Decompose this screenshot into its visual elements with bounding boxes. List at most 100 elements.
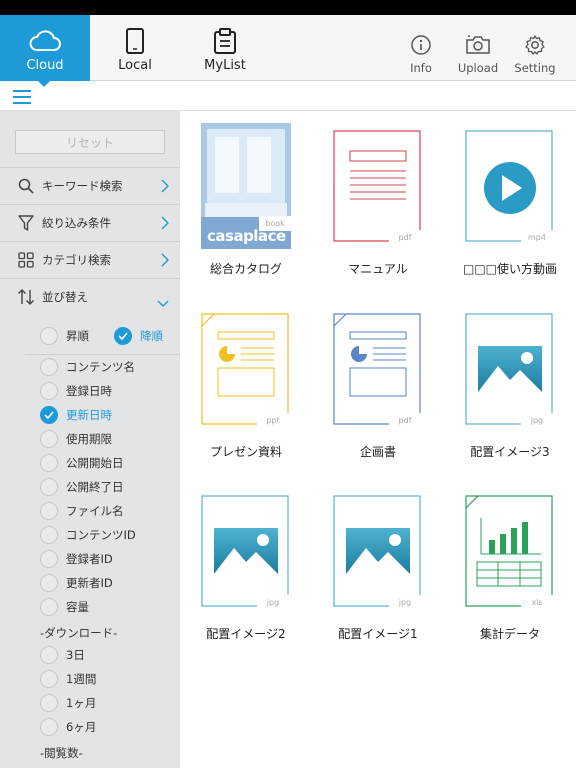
tab-mylist[interactable]: MyList bbox=[180, 15, 270, 81]
sort-option[interactable]: 1週間 bbox=[40, 670, 96, 688]
pdf-document-icon: pdf bbox=[333, 123, 423, 249]
info-button[interactable]: Info bbox=[398, 15, 444, 81]
sort-option[interactable]: 登録日時 bbox=[40, 382, 112, 400]
video-file-icon: mp4 bbox=[465, 123, 555, 249]
content-grid: casaplace book 総合カタログ pdf マニュアル mp4 □□□使… bbox=[180, 111, 576, 768]
option-label: 登録日時 bbox=[66, 384, 112, 398]
gear-icon bbox=[524, 34, 546, 56]
category-icon bbox=[17, 251, 35, 269]
sort-option[interactable]: 公開開始日 bbox=[40, 454, 124, 472]
file-extension: jpg bbox=[389, 595, 421, 610]
image-file-icon: jpg bbox=[201, 488, 291, 614]
radio-button bbox=[40, 327, 58, 345]
option-label: 更新者ID bbox=[66, 576, 113, 590]
radio-button bbox=[40, 574, 58, 592]
sort-option[interactable]: 公開終了日 bbox=[40, 478, 124, 496]
file-extension: book bbox=[259, 216, 291, 231]
setting-button[interactable]: Setting bbox=[512, 15, 558, 81]
sort-option[interactable]: コンテンツ名 bbox=[40, 358, 135, 376]
chevron-down-icon bbox=[157, 293, 169, 312]
menu-label: キーワード検索 bbox=[42, 179, 123, 193]
clipboard-icon bbox=[212, 27, 238, 55]
tool-label: Upload bbox=[457, 61, 499, 75]
menu-label: 絞り込み条件 bbox=[42, 216, 111, 230]
radio-button bbox=[40, 694, 58, 712]
views-section-header: -閲覧数- bbox=[40, 746, 83, 760]
content-item[interactable]: jpg 配置イメージ1 bbox=[318, 488, 438, 641]
sort-option[interactable]: 更新日時 bbox=[40, 406, 112, 424]
item-name: 企画書 bbox=[359, 445, 396, 459]
sort-option[interactable]: ファイル名 bbox=[40, 502, 124, 520]
menu-icon[interactable] bbox=[13, 90, 31, 104]
sort-option[interactable]: 1ヶ月 bbox=[40, 694, 96, 712]
content-item[interactable]: ppt プレゼン資料 bbox=[186, 306, 306, 459]
radio-button bbox=[40, 526, 58, 544]
content-item[interactable]: pdf 企画書 bbox=[318, 306, 438, 459]
sort-option[interactable]: 更新者ID bbox=[40, 574, 113, 592]
radio-button bbox=[40, 550, 58, 568]
tab-label: Cloud bbox=[26, 58, 64, 73]
option-label: 容量 bbox=[66, 600, 89, 614]
file-extension: ppt bbox=[257, 413, 289, 428]
checkmark-icon bbox=[40, 406, 58, 424]
menu-label: 並び替え bbox=[42, 290, 88, 304]
menu-category-search[interactable]: カテゴリ検索 bbox=[0, 241, 180, 278]
filter-icon bbox=[17, 214, 35, 232]
filter-sidebar: リセット キーワード検索 絞り込み条件 カテゴリ検索 並び替え 昇順 降順 コン… bbox=[0, 111, 180, 768]
option-label: コンテンツID bbox=[66, 528, 136, 542]
option-label: 昇順 bbox=[66, 329, 89, 343]
presentation-file-icon: ppt bbox=[201, 306, 291, 432]
item-name: 配置イメージ3 bbox=[470, 445, 550, 459]
tool-label: Info bbox=[410, 61, 432, 75]
menu-label: カテゴリ検索 bbox=[42, 253, 111, 267]
content-item[interactable]: pdf マニュアル bbox=[318, 123, 438, 276]
radio-button bbox=[40, 358, 58, 376]
cloud-icon bbox=[28, 27, 62, 55]
upload-button[interactable]: Upload bbox=[455, 15, 501, 81]
option-label: 1週間 bbox=[66, 672, 97, 686]
sort-option[interactable]: 6ヶ月 bbox=[40, 718, 96, 736]
reset-button[interactable]: リセット bbox=[15, 130, 165, 154]
radio-button bbox=[40, 430, 58, 448]
sort-option[interactable]: 使用期限 bbox=[40, 430, 112, 448]
spreadsheet-file-icon: xls bbox=[465, 488, 555, 614]
pdf-document-icon: pdf bbox=[333, 306, 423, 432]
content-item[interactable]: casaplace book 総合カタログ bbox=[186, 123, 306, 276]
tab-label: Local bbox=[118, 58, 152, 73]
tab-local[interactable]: Local bbox=[90, 15, 180, 81]
radio-button bbox=[40, 598, 58, 616]
sort-option[interactable]: 3日 bbox=[40, 646, 85, 664]
sub-toolbar bbox=[0, 81, 576, 111]
option-label: 公開開始日 bbox=[66, 456, 124, 470]
option-label: コンテンツ名 bbox=[66, 360, 135, 374]
radio-button bbox=[40, 718, 58, 736]
search-icon bbox=[17, 177, 35, 195]
content-item[interactable]: mp4 □□□使い方動画 bbox=[450, 123, 570, 276]
info-icon bbox=[410, 34, 432, 56]
menu-sort[interactable]: 並び替え bbox=[0, 278, 180, 315]
item-name: 配置イメージ2 bbox=[206, 627, 286, 641]
option-label: 登録者ID bbox=[66, 552, 113, 566]
sort-option[interactable]: 登録者ID bbox=[40, 550, 113, 568]
sort-option[interactable]: コンテンツID bbox=[40, 526, 136, 544]
menu-keyword-search[interactable]: キーワード検索 bbox=[0, 167, 180, 204]
option-label: 6ヶ月 bbox=[66, 720, 97, 734]
content-item[interactable]: xls 集計データ bbox=[450, 488, 570, 641]
tab-cloud[interactable]: Cloud bbox=[0, 15, 90, 81]
sort-order-descending[interactable]: 降順 bbox=[114, 327, 163, 345]
content-item[interactable]: jpg 配置イメージ2 bbox=[186, 488, 306, 641]
item-name: プレゼン資料 bbox=[209, 445, 282, 459]
option-label: 3日 bbox=[66, 648, 85, 662]
sort-icon bbox=[17, 288, 35, 306]
content-item[interactable]: jpg 配置イメージ3 bbox=[450, 306, 570, 459]
chevron-right-icon bbox=[161, 178, 169, 197]
radio-button bbox=[40, 382, 58, 400]
option-label: 使用期限 bbox=[66, 432, 112, 446]
sort-option[interactable]: 容量 bbox=[40, 598, 89, 616]
download-section-header: -ダウンロード- bbox=[40, 626, 118, 640]
tab-label: MyList bbox=[204, 58, 246, 73]
file-extension: pdf bbox=[389, 230, 421, 245]
menu-filter-conditions[interactable]: 絞り込み条件 bbox=[0, 204, 180, 241]
radio-button bbox=[40, 646, 58, 664]
sort-order-ascending[interactable]: 昇順 bbox=[40, 327, 89, 345]
